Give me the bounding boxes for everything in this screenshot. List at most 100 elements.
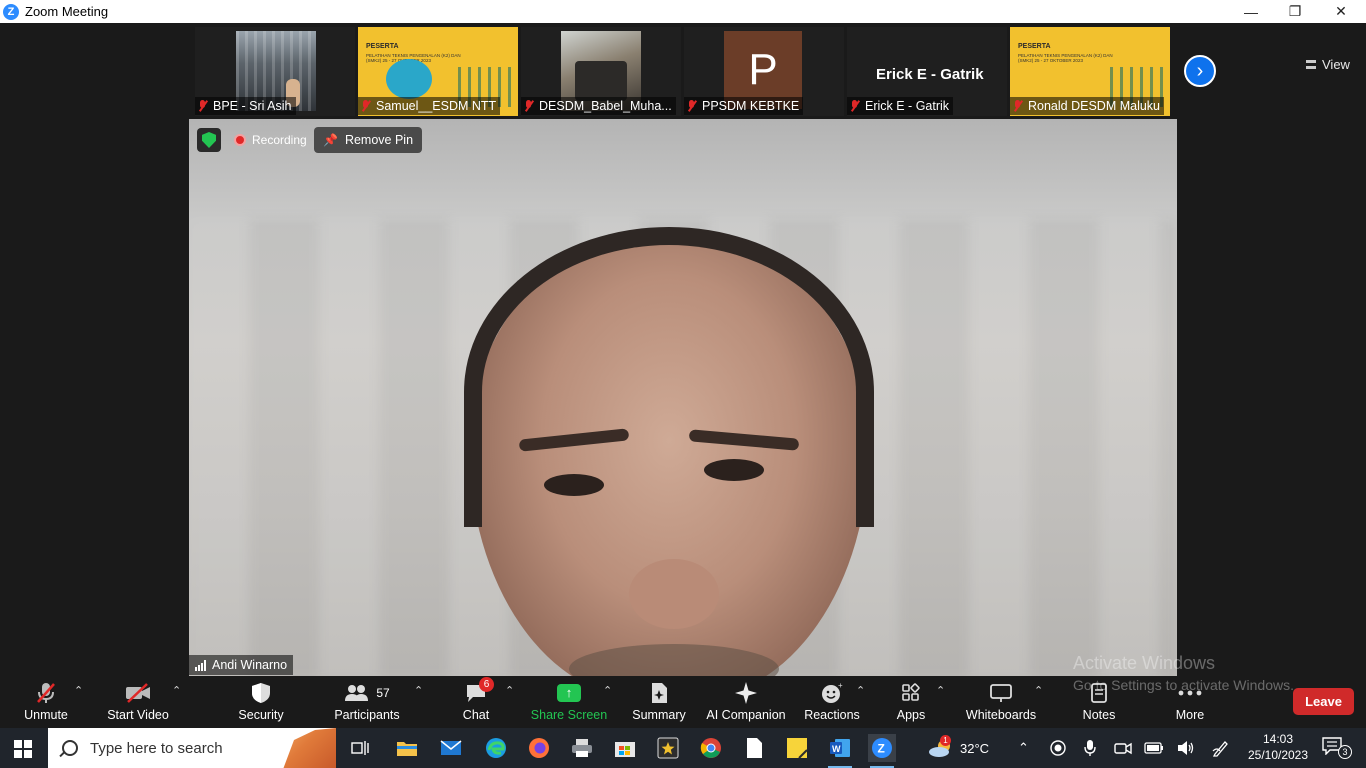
taskbar-search-box[interactable]: Type here to search bbox=[48, 728, 336, 768]
camera-off-icon bbox=[125, 680, 151, 706]
whiteboards-button[interactable]: Whiteboards bbox=[966, 676, 1036, 728]
participant-thumbnail[interactable]: PESERTA PELATIHAN TEKNIS PENGENALAN (K2)… bbox=[1010, 27, 1170, 116]
svg-text:Z: Z bbox=[878, 742, 885, 756]
mic-muted-icon bbox=[686, 99, 698, 113]
mic-muted-icon bbox=[197, 99, 209, 113]
participants-count: 57 bbox=[376, 686, 390, 700]
whiteboards-options-caret-icon[interactable]: ⌃ bbox=[1034, 684, 1043, 697]
pin-icon: 📌 bbox=[323, 133, 338, 147]
video-options-caret-icon[interactable]: ⌃ bbox=[172, 684, 181, 697]
notification-count-badge: 3 bbox=[1338, 745, 1352, 759]
audio-options-caret-icon[interactable]: ⌃ bbox=[74, 684, 83, 697]
share-options-caret-icon[interactable]: ⌃ bbox=[603, 684, 612, 697]
participant-thumbnail[interactable]: DESDM_Babel_Muha... bbox=[521, 27, 681, 116]
chat-options-caret-icon[interactable]: ⌃ bbox=[505, 684, 514, 697]
shield-icon bbox=[251, 680, 271, 706]
participant-thumbnail[interactable]: BPE - Sri Asih bbox=[195, 27, 355, 116]
apps-options-caret-icon[interactable]: ⌃ bbox=[936, 684, 945, 697]
microphone-muted-icon bbox=[36, 680, 56, 706]
apps-button[interactable]: Apps bbox=[894, 676, 928, 728]
sticky-notes-icon[interactable] bbox=[783, 734, 811, 762]
unmute-button[interactable]: Unmute bbox=[22, 676, 70, 728]
windows-start-icon[interactable] bbox=[14, 740, 32, 758]
mic-muted-icon bbox=[1012, 99, 1024, 113]
mic-muted-icon bbox=[849, 99, 861, 113]
chat-button[interactable]: 6 Chat bbox=[456, 676, 496, 728]
chevron-right-icon: › bbox=[1196, 59, 1204, 82]
participants-button[interactable]: 57 Participants bbox=[334, 676, 400, 728]
main-video[interactable] bbox=[189, 119, 1177, 676]
chrome-icon[interactable] bbox=[697, 734, 725, 762]
task-view-icon[interactable] bbox=[346, 734, 374, 762]
participant-name-label: Ronald DESDM Maluku bbox=[1010, 97, 1164, 115]
signal-strength-icon bbox=[195, 659, 207, 671]
volume-icon[interactable] bbox=[1177, 728, 1195, 768]
weather-cloud-sun-icon: 1 bbox=[928, 735, 954, 758]
security-shield-icon[interactable] bbox=[197, 128, 221, 152]
zoom-logo-icon: Z bbox=[3, 3, 19, 20]
participant-thumbnail[interactable]: Erick E - Gatrik Erick E - Gatrik bbox=[847, 27, 1007, 116]
participant-name-label: Samuel__ESDM NTT bbox=[358, 97, 501, 115]
participant-strip: BPE - Sri Asih PESERTA PELATIHAN TEKNIS … bbox=[0, 23, 1366, 118]
summary-button[interactable]: Summary bbox=[632, 676, 686, 728]
clock-time: 14:03 bbox=[1262, 732, 1294, 746]
participant-thumbnail[interactable]: PESERTA PELATIHAN TEKNIS PENGENALAN (K2)… bbox=[358, 27, 518, 116]
remove-pin-button[interactable]: 📌 Remove Pin bbox=[314, 127, 423, 153]
participant-name-label: DESDM_Babel_Muha... bbox=[521, 97, 676, 115]
zoom-app-icon[interactable]: Z bbox=[868, 734, 896, 768]
participants-options-caret-icon[interactable]: ⌃ bbox=[414, 684, 423, 697]
battery-icon[interactable] bbox=[1144, 728, 1164, 768]
search-placeholder: Type here to search bbox=[90, 739, 223, 757]
participant-thumbnail[interactable]: P PPSDM KEBTKE bbox=[684, 27, 844, 116]
share-screen-button[interactable]: ↑ Share Screen bbox=[531, 676, 607, 728]
whiteboard-icon bbox=[989, 680, 1013, 706]
chat-unread-badge: 6 bbox=[479, 677, 494, 692]
weather-alert-badge: 1 bbox=[940, 735, 951, 746]
mic-muted-icon bbox=[360, 99, 372, 113]
activate-windows-watermark: Activate Windows Go to Settings to activ… bbox=[1073, 653, 1294, 693]
svg-text:W: W bbox=[832, 744, 841, 754]
camera-tray-icon[interactable] bbox=[1114, 728, 1132, 768]
document-icon[interactable] bbox=[740, 734, 768, 762]
record-tray-icon[interactable] bbox=[1050, 728, 1066, 768]
reactions-options-caret-icon[interactable]: ⌃ bbox=[856, 684, 865, 697]
word-icon[interactable]: W bbox=[826, 734, 854, 768]
mail-icon[interactable] bbox=[437, 734, 465, 762]
system-clock[interactable]: 14:03 25/10/2023 bbox=[1246, 731, 1310, 763]
participants-icon: 57 bbox=[344, 680, 390, 706]
file-explorer-icon[interactable] bbox=[393, 734, 421, 762]
start-video-button[interactable]: Start Video bbox=[107, 676, 169, 728]
pen-workspace-icon[interactable] bbox=[1212, 728, 1230, 768]
ai-companion-button[interactable]: AI Companion bbox=[706, 676, 786, 728]
windows-taskbar: Type here to search W Z 1 32°C ⌃ 14:03 2… bbox=[0, 728, 1366, 768]
media-app-icon[interactable] bbox=[654, 734, 682, 762]
leave-button[interactable]: Leave bbox=[1293, 688, 1354, 715]
minimize-button[interactable]: — bbox=[1228, 0, 1274, 23]
next-page-button[interactable]: › bbox=[1184, 55, 1216, 87]
microsoft-store-icon[interactable] bbox=[611, 734, 639, 762]
recording-indicator[interactable]: Recording bbox=[228, 128, 315, 152]
svg-text:+: + bbox=[838, 682, 843, 690]
security-button[interactable]: Security bbox=[236, 676, 286, 728]
mic-muted-icon bbox=[523, 99, 535, 113]
view-button[interactable]: View bbox=[1306, 57, 1350, 72]
edge-browser-icon[interactable] bbox=[482, 734, 510, 762]
notification-center-icon[interactable]: 3 bbox=[1322, 737, 1352, 759]
printer-app-icon[interactable] bbox=[568, 734, 596, 762]
close-button[interactable]: ✕ bbox=[1318, 0, 1364, 23]
microphone-tray-icon[interactable] bbox=[1083, 728, 1097, 768]
view-grid-icon bbox=[1306, 60, 1316, 69]
title-bar: Z Zoom Meeting — ❐ ✕ bbox=[0, 0, 1366, 23]
weather-widget[interactable]: 1 32°C bbox=[928, 728, 989, 768]
participant-name-label: Erick E - Gatrik bbox=[847, 97, 954, 115]
reactions-button[interactable]: + Reactions bbox=[804, 676, 860, 728]
apps-icon bbox=[901, 680, 921, 706]
firefox-icon[interactable] bbox=[525, 734, 553, 762]
weather-temperature: 32°C bbox=[960, 740, 990, 756]
participant-display-name: Erick E - Gatrik bbox=[876, 66, 984, 83]
restore-button[interactable]: ❐ bbox=[1272, 0, 1318, 23]
chevron-up-icon: ⌃ bbox=[1018, 740, 1029, 755]
participant-name-label: PPSDM KEBTKE bbox=[684, 97, 804, 115]
show-hidden-icons[interactable]: ⌃ bbox=[1018, 728, 1029, 768]
active-speaker-label: Andi Winarno bbox=[189, 655, 294, 675]
